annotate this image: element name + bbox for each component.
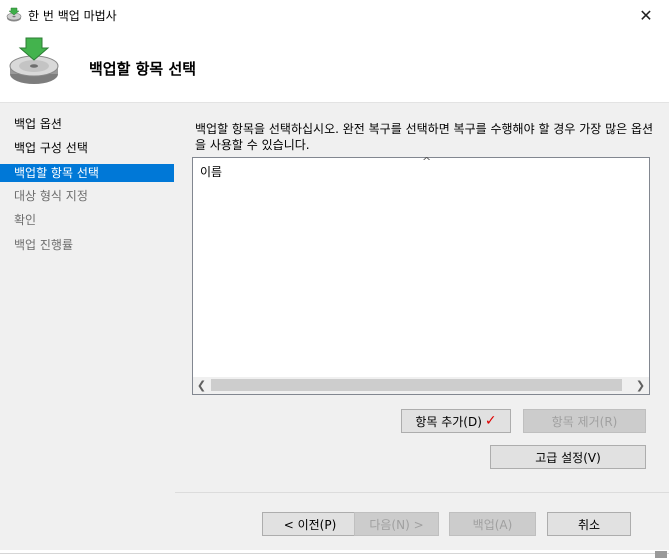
add-items-button[interactable]: 항목 추가(D) ✓	[401, 409, 511, 433]
checkmark-icon: ✓	[484, 413, 497, 429]
wizard-header: 백업할 항목 선택	[0, 30, 669, 103]
scrollbar-thumb[interactable]	[211, 379, 622, 391]
sort-ascending-icon: ^	[422, 155, 432, 168]
previous-label: < 이전(P)	[283, 517, 337, 532]
step-backup-configuration: 백업 구성 선택	[14, 141, 88, 155]
horizontal-scrollbar[interactable]: ❮ ❯	[193, 377, 649, 394]
remove-items-button[interactable]: 항목 제거(R)	[523, 409, 646, 433]
resize-grip-icon[interactable]	[655, 551, 667, 558]
backup-app-icon	[6, 7, 22, 22]
scroll-right-icon[interactable]: ❯	[632, 377, 649, 394]
wizard-steps-sidebar: 백업 옵션 백업 구성 선택 백업할 항목 선택 대상 형식 지정 확인 백업 …	[0, 103, 175, 550]
step-select-items: 백업할 항목 선택	[0, 164, 174, 182]
window-title: 한 번 백업 마법사	[28, 9, 117, 23]
add-items-label: 항목 추가(D)	[415, 414, 482, 429]
wizard-content: 백업할 항목을 선택하십시오. 완전 복구를 선택하면 복구를 수행해야 할 경…	[175, 103, 669, 550]
close-button[interactable]: ✕	[623, 0, 669, 30]
cancel-label: 취소	[577, 517, 601, 532]
backup-disk-icon	[9, 37, 59, 84]
title-bar: 한 번 백업 마법사 ✕	[0, 0, 669, 30]
backup-button[interactable]: 백업(A)	[449, 512, 536, 536]
backup-label: 백업(A)	[472, 517, 513, 532]
next-button[interactable]: 다음(N) >	[354, 512, 439, 536]
advanced-settings-button[interactable]: 고급 설정(V)	[490, 445, 646, 469]
close-icon: ✕	[639, 5, 653, 25]
page-title: 백업할 항목 선택	[89, 60, 197, 78]
scroll-left-icon[interactable]: ❮	[193, 377, 210, 394]
instructions-text: 백업할 항목을 선택하십시오. 완전 복구를 선택하면 복구를 수행해야 할 경…	[195, 122, 654, 152]
step-backup-progress: 백업 진행률	[14, 238, 74, 252]
step-confirmation: 확인	[14, 213, 37, 227]
previous-button[interactable]: < 이전(P)	[262, 512, 358, 536]
items-list[interactable]: ^ 이름 ❮ ❯	[192, 155, 650, 395]
footer-divider	[175, 492, 669, 493]
remove-items-label: 항목 제거(R)	[551, 414, 618, 429]
column-header-name[interactable]: 이름	[200, 163, 222, 180]
next-label: 다음(N) >	[369, 517, 424, 532]
advanced-settings-label: 고급 설정(V)	[535, 450, 601, 465]
step-destination-type: 대상 형식 지정	[14, 189, 88, 203]
status-strip	[0, 550, 669, 559]
strip-divider	[0, 553, 669, 554]
cancel-button[interactable]: 취소	[547, 512, 631, 536]
step-backup-options: 백업 옵션	[14, 117, 62, 131]
